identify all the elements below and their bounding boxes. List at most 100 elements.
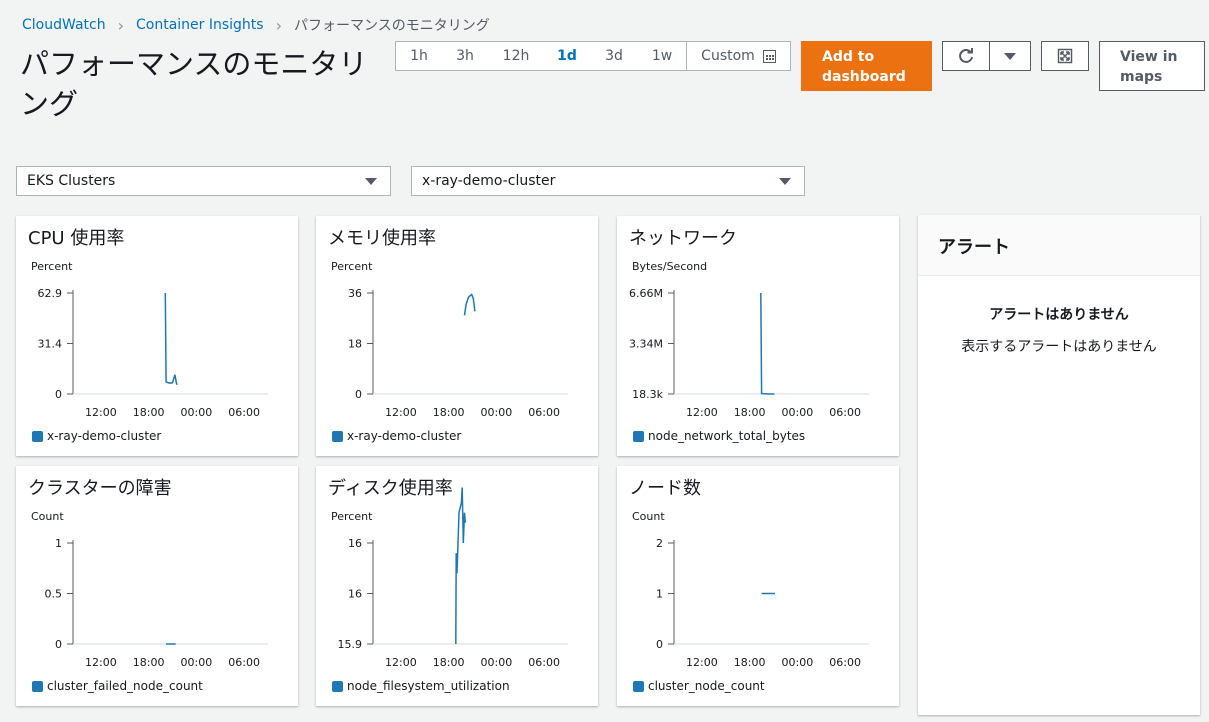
panel-title: クラスターの障害	[28, 478, 172, 499]
x-tick-label: 12:00	[85, 406, 117, 419]
chart-legend[interactable]: cluster_node_count	[633, 679, 765, 693]
caret-down-icon	[1004, 52, 1016, 60]
calendar-icon	[762, 49, 776, 63]
y-tick-label: 6.66M	[629, 287, 663, 300]
legend-swatch	[332, 680, 343, 692]
y-axis-label: Percent	[31, 260, 73, 273]
cpu-utilization-panel: Percent 62.9 31.4 0 12:00 18:00 00:00 06:00 CPU…	[16, 216, 298, 456]
chart-legend[interactable]: node_filesystem_utilization	[332, 679, 510, 693]
y-axis-label: Percent	[331, 260, 373, 273]
alerts-panel: アラート アラートはありません 表示するアラートはありません	[918, 215, 1200, 715]
x-tick-label: 18:00	[133, 656, 165, 669]
alerts-title: アラート	[918, 215, 1200, 276]
alerts-empty-text: 表示するアラートはありません	[961, 339, 1157, 355]
legend-label: x-ray-demo-cluster	[47, 429, 162, 443]
x-tick-label: 00:00	[481, 406, 513, 419]
y-tick-label: 0	[355, 388, 362, 401]
cluster-select[interactable]: x-ray-demo-cluster	[411, 166, 805, 196]
memory-utilization-panel: Percent 36 18 0 12:00 18:00 00:00 06:00 メモリ使用率 …	[316, 216, 598, 456]
range-12h[interactable]: 12h	[488, 42, 544, 70]
disk-utilization-chart: Percent 16 16 15.9 12:00 18:00 00:00 06:00	[331, 487, 568, 669]
range-1h[interactable]: 1h	[396, 42, 442, 70]
cluster-failures-chart: Count 1 0.5 0 12:00 18:00 00:00 06:00	[31, 510, 268, 669]
disk-utilization-panel: Percent 16 16 15.9 12:00 18:00 00:00 06:00 ディスク…	[316, 466, 598, 706]
expand-icon	[1057, 48, 1073, 64]
y-tick-label: 36	[348, 287, 362, 300]
y-tick-label: 0	[55, 388, 62, 401]
breadcrumb-current: パフォーマンスのモニタリング	[293, 18, 490, 34]
range-3d[interactable]: 3d	[590, 42, 638, 70]
legend-swatch	[32, 680, 43, 692]
y-axis-label: Count	[632, 510, 665, 523]
series-line	[463, 293, 476, 316]
x-tick-label: 06:00	[829, 656, 861, 669]
x-tick-label: 18:00	[433, 406, 465, 419]
cluster-value: x-ray-demo-cluster	[422, 173, 556, 189]
caret-down-icon	[779, 177, 791, 185]
y-tick-label: 16	[348, 537, 362, 550]
x-tick-label: 00:00	[481, 656, 513, 669]
breadcrumb-container-insights[interactable]: Container Insights	[136, 17, 264, 33]
x-tick-label: 18:00	[734, 406, 766, 419]
network-chart: Bytes/Second 6.66M 3.34M 18.3k 12:00 18:00 00:…	[629, 260, 869, 419]
y-tick-label: 15.9	[338, 638, 363, 651]
legend-swatch	[633, 680, 644, 692]
y-tick-label: 18	[348, 338, 362, 351]
range-custom[interactable]: Custom	[686, 42, 790, 70]
x-tick-label: 12:00	[85, 656, 117, 669]
series-line	[455, 487, 467, 645]
network-panel: Bytes/Second 6.66M 3.34M 18.3k 12:00 18:00 00:…	[617, 216, 899, 456]
legend-label: node_filesystem_utilization	[347, 679, 510, 693]
page-title: パフォーマンスのモニタリング	[20, 47, 368, 121]
x-tick-label: 06:00	[228, 656, 260, 669]
memory-utilization-chart: Percent 36 18 0 12:00 18:00 00:00 06:00	[331, 260, 568, 419]
caret-down-icon	[365, 177, 377, 185]
series-line	[760, 292, 775, 395]
x-tick-label: 06:00	[829, 406, 861, 419]
y-tick-label: 0	[656, 638, 663, 651]
legend-label: cluster_node_count	[648, 679, 765, 693]
y-tick-label: 0	[55, 638, 62, 651]
legend-swatch	[32, 430, 43, 442]
refresh-options-dropdown[interactable]	[989, 41, 1031, 71]
y-tick-label: 0.5	[45, 588, 63, 601]
resource-type-select[interactable]: EKS Clusters	[16, 166, 391, 196]
y-tick-label: 18.3k	[632, 388, 663, 401]
panel-title: ネットワーク	[629, 228, 737, 249]
chevron-right-icon: ›	[117, 15, 124, 35]
chevron-right-icon: ›	[275, 15, 282, 35]
x-tick-label: 00:00	[782, 406, 814, 419]
legend-swatch	[633, 430, 644, 442]
view-in-maps-button[interactable]: View in maps	[1099, 41, 1205, 91]
resource-type-value: EKS Clusters	[27, 173, 116, 189]
panel-title: ディスク使用率	[328, 478, 453, 499]
add-to-dashboard-button[interactable]: Add to dashboard	[801, 41, 932, 91]
x-tick-label: 12:00	[385, 656, 417, 669]
fullscreen-button[interactable]	[1041, 41, 1089, 71]
range-1d[interactable]: 1d	[544, 42, 590, 70]
x-tick-label: 00:00	[181, 406, 213, 419]
range-1w[interactable]: 1w	[638, 42, 686, 70]
y-axis-label: Bytes/Second	[632, 260, 707, 273]
legend-label: node_network_total_bytes	[648, 429, 806, 443]
chart-legend[interactable]: x-ray-demo-cluster	[32, 429, 161, 443]
y-tick-label: 31.4	[38, 338, 63, 351]
x-tick-label: 12:00	[686, 406, 718, 419]
x-tick-label: 18:00	[133, 406, 165, 419]
y-axis-label: Percent	[331, 510, 373, 523]
cluster-failures-panel: Count 1 0.5 0 12:00 18:00 00:00 06:00 クラスターの障害 …	[16, 466, 298, 706]
x-tick-label: 18:00	[734, 656, 766, 669]
refresh-button[interactable]	[942, 41, 990, 71]
refresh-icon	[959, 48, 973, 63]
range-3h[interactable]: 3h	[442, 42, 488, 70]
chart-legend[interactable]: node_network_total_bytes	[633, 429, 805, 443]
y-tick-label: 3.34M	[629, 338, 663, 351]
x-tick-label: 00:00	[782, 656, 814, 669]
chart-legend[interactable]: cluster_failed_node_count	[32, 679, 203, 693]
breadcrumb-cloudwatch[interactable]: CloudWatch	[22, 17, 106, 33]
y-tick-label: 1	[55, 537, 62, 550]
y-tick-label: 2	[656, 537, 663, 550]
x-tick-label: 06:00	[228, 406, 260, 419]
node-count-panel: Count 2 1 0 12:00 18:00 00:00 06:00 ノード数 cluste…	[617, 466, 899, 706]
chart-legend[interactable]: x-ray-demo-cluster	[332, 429, 461, 443]
